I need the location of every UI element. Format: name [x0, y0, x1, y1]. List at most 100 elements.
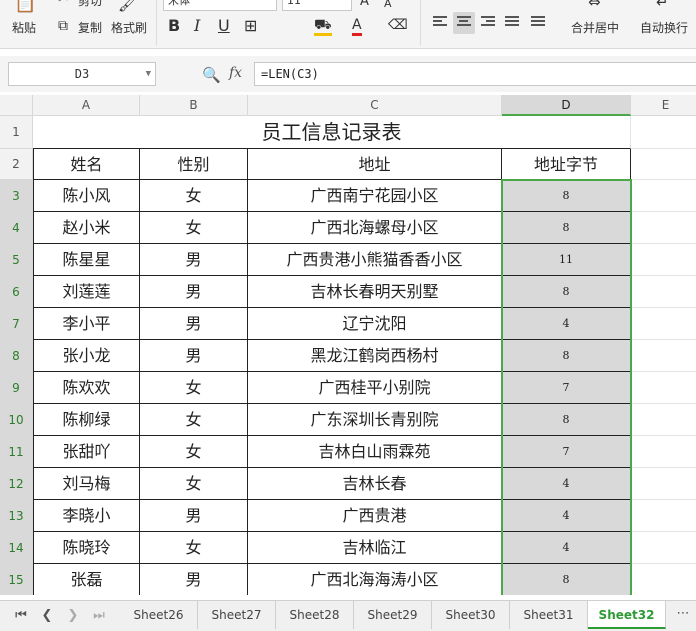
sheet-tab[interactable]: Sheet31	[510, 601, 588, 629]
table-cell[interactable]: 广东深圳长青别院	[248, 404, 502, 436]
len-result-cell[interactable]: 8	[502, 276, 631, 308]
wrap-text-button[interactable]: 自动换行	[640, 19, 688, 36]
len-result-cell[interactable]: 8	[502, 340, 631, 372]
table-cell[interactable]: 广西北海螺母小区	[248, 212, 502, 244]
row-header[interactable]: 3	[0, 180, 33, 212]
table-cell[interactable]: 女	[140, 436, 248, 468]
table-cell[interactable]: 李小平	[33, 308, 140, 340]
empty-cell[interactable]	[631, 180, 696, 212]
empty-cell[interactable]	[631, 116, 696, 149]
sheet-tab[interactable]: Sheet30	[432, 601, 510, 629]
font-size-select[interactable]: 11	[282, 0, 352, 11]
copy-button[interactable]: 复制	[78, 19, 102, 36]
table-cell[interactable]: 黑龙江鹤岗西杨村	[248, 340, 502, 372]
italic-icon[interactable]: I	[194, 18, 200, 34]
table-cell[interactable]: 广西桂平小别院	[248, 372, 502, 404]
paste-icon[interactable]: 📋	[14, 0, 36, 13]
align-left-button[interactable]	[429, 12, 451, 34]
sheet-tab[interactable]: Sheet28	[276, 601, 354, 629]
sheet-tab[interactable]: Sheet27	[198, 601, 276, 629]
empty-cell[interactable]	[631, 468, 696, 500]
table-cell[interactable]: 陈星星	[33, 244, 140, 276]
previous-sheet-icon[interactable]: ❮	[36, 605, 58, 627]
table-header-cell[interactable]: 地址	[248, 149, 502, 180]
zoom-icon[interactable]: 🔍	[202, 66, 221, 84]
empty-cell[interactable]	[631, 500, 696, 532]
table-cell[interactable]: 陈柳绿	[33, 404, 140, 436]
len-result-cell[interactable]: 4	[502, 468, 631, 500]
merge-center-icon[interactable]: ⇔	[588, 0, 601, 10]
scissors-icon[interactable]: ✂	[58, 0, 69, 8]
fill-color-icon[interactable]: ⛟	[314, 17, 332, 36]
underline-icon[interactable]: U	[218, 18, 230, 34]
table-cell[interactable]: 张磊	[33, 564, 140, 595]
sheet-tab[interactable]: Sheet26	[120, 601, 198, 629]
table-cell[interactable]: 男	[140, 244, 248, 276]
table-cell[interactable]: 女	[140, 532, 248, 564]
table-header-cell[interactable]: 性别	[140, 149, 248, 180]
table-cell[interactable]: 赵小米	[33, 212, 140, 244]
table-cell[interactable]: 陈欢欢	[33, 372, 140, 404]
table-cell[interactable]: 女	[140, 212, 248, 244]
table-cell[interactable]: 刘莲莲	[33, 276, 140, 308]
table-cell[interactable]: 女	[140, 180, 248, 212]
table-cell[interactable]: 刘马梅	[33, 468, 140, 500]
clear-format-icon[interactable]: ⌫	[388, 17, 408, 33]
empty-cell[interactable]	[631, 212, 696, 244]
len-result-cell[interactable]: 11	[502, 244, 631, 276]
select-all-corner[interactable]	[0, 95, 33, 116]
len-result-cell[interactable]: 4	[502, 308, 631, 340]
table-cell[interactable]: 吉林长春	[248, 468, 502, 500]
table-cell[interactable]: 男	[140, 500, 248, 532]
bold-icon[interactable]: B	[168, 18, 180, 34]
table-cell[interactable]: 广西贵港	[248, 500, 502, 532]
decrease-font-icon[interactable]: A	[384, 0, 392, 12]
table-cell[interactable]: 陈晓玲	[33, 532, 140, 564]
table-cell[interactable]: 女	[140, 468, 248, 500]
justify-button[interactable]	[501, 12, 523, 34]
row-header[interactable]: 10	[0, 404, 33, 436]
table-cell[interactable]: 广西贵港小熊猫香香小区	[248, 244, 502, 276]
empty-cell[interactable]	[631, 276, 696, 308]
last-sheet-icon[interactable]: ⏭	[88, 605, 110, 627]
empty-cell[interactable]	[631, 436, 696, 468]
table-cell[interactable]: 李晓小	[33, 500, 140, 532]
table-cell[interactable]: 辽宁沈阳	[248, 308, 502, 340]
font-name-select[interactable]: 宋体	[163, 0, 277, 11]
format-painter-icon[interactable]: 🖌	[118, 0, 137, 12]
empty-cell[interactable]	[631, 340, 696, 372]
cut-button[interactable]: 剪切	[78, 0, 102, 9]
font-color-icon[interactable]: A	[352, 17, 362, 36]
table-cell[interactable]: 吉林白山雨霖苑	[248, 436, 502, 468]
table-cell[interactable]: 广西南宁花园小区	[248, 180, 502, 212]
increase-font-icon[interactable]: A	[360, 0, 369, 10]
table-cell[interactable]: 张小龙	[33, 340, 140, 372]
column-header[interactable]: A	[33, 95, 140, 116]
table-cell[interactable]: 广西北海海涛小区	[248, 564, 502, 595]
table-cell[interactable]: 女	[140, 404, 248, 436]
chevron-down-icon[interactable]: ▼	[146, 63, 151, 85]
table-cell[interactable]: 男	[140, 564, 248, 595]
format-painter-button[interactable]: 格式刷	[111, 19, 147, 36]
table-header-cell[interactable]: 姓名	[33, 149, 140, 180]
table-header-cell[interactable]: 地址字节	[502, 149, 631, 180]
row-header[interactable]: 15	[0, 564, 33, 595]
sheet-tab[interactable]: Sheet29	[354, 601, 432, 629]
fx-icon[interactable]: fx	[229, 65, 242, 81]
row-header[interactable]: 9	[0, 372, 33, 404]
copy-icon[interactable]: ⧉	[58, 18, 68, 34]
more-sheets-icon[interactable]: ⋯	[670, 601, 696, 629]
table-cell[interactable]: 男	[140, 308, 248, 340]
table-cell[interactable]: 男	[140, 276, 248, 308]
len-result-cell[interactable]: 4	[502, 500, 631, 532]
empty-cell[interactable]	[631, 564, 696, 595]
len-result-cell[interactable]: 7	[502, 436, 631, 468]
align-center-button[interactable]	[453, 12, 475, 34]
row-header[interactable]: 6	[0, 276, 33, 308]
len-result-cell[interactable]: 4	[502, 532, 631, 564]
row-header[interactable]: 11	[0, 436, 33, 468]
empty-cell[interactable]	[631, 149, 696, 180]
paste-button[interactable]: 粘贴	[12, 19, 36, 36]
len-result-cell[interactable]: 8	[502, 180, 631, 212]
table-cell[interactable]: 女	[140, 372, 248, 404]
